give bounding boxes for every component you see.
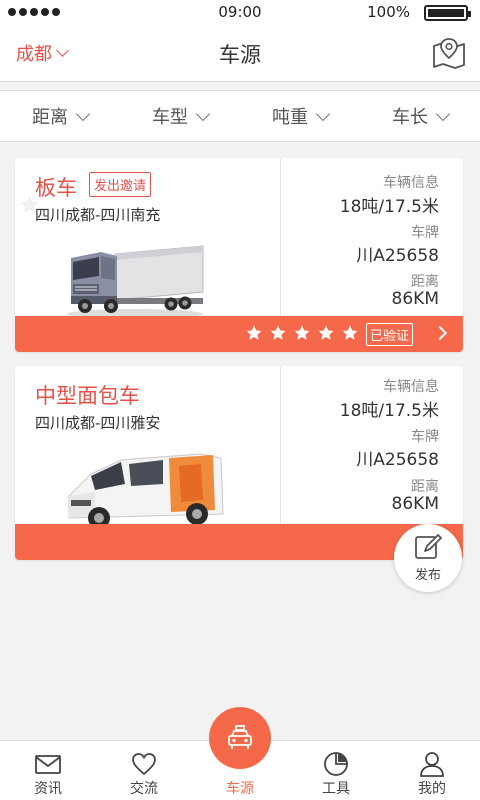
star-icon: [318, 325, 334, 340]
plate-value: 川A25658: [356, 246, 439, 266]
tab-profile[interactable]: 我的: [384, 741, 480, 800]
filter-label: 吨重: [272, 107, 308, 128]
vehicle-info-label: 车辆信息: [383, 379, 439, 395]
distance-label: 距离: [411, 274, 439, 290]
star-icon: [294, 325, 310, 340]
battery-percent: 100%: [367, 3, 410, 21]
pie-chart-icon: [324, 752, 348, 776]
map-pin-icon[interactable]: [430, 34, 468, 72]
tab-vehicle-source[interactable]: 车源: [192, 707, 288, 800]
card-main: 板车 发出邀请 四川成都-四川南充: [15, 158, 280, 319]
tab-news[interactable]: 资讯: [0, 741, 96, 800]
tab-tools[interactable]: 工具: [288, 741, 384, 800]
taxi-icon: [228, 725, 252, 749]
tab-label: 我的: [418, 781, 446, 797]
distance-value: 86KM: [391, 289, 439, 309]
vehicle-info-value: 18吨/17.5米: [339, 401, 439, 421]
pencil-icon: [415, 534, 442, 559]
distance-value: 86KM: [391, 494, 439, 514]
nav-bar: 成都 车源: [0, 24, 480, 82]
chevron-right-icon[interactable]: [432, 325, 448, 341]
filter-distance[interactable]: 距离: [0, 91, 120, 141]
van-image: [64, 453, 228, 535]
invite-button[interactable]: 发出邀请: [89, 172, 152, 197]
star-icon: [246, 325, 262, 340]
chevron-down-icon: [315, 106, 331, 121]
publish-label: 发布: [414, 568, 441, 583]
rating-stars: [245, 324, 359, 342]
filter-bar: 距离 车型 吨重 车长: [0, 90, 480, 142]
tab-community[interactable]: 交流: [96, 741, 192, 800]
status-bar: 09:00 100%: [0, 0, 480, 24]
plate-label: 车牌: [411, 429, 439, 445]
active-tab-circle: [209, 707, 271, 769]
star-icon: [342, 325, 358, 340]
filter-tonnage[interactable]: 吨重: [240, 91, 360, 141]
star-icon: [270, 325, 286, 340]
tab-label: 交流: [130, 781, 158, 797]
plate-value: 川A25658: [356, 450, 439, 470]
route: 四川成都-四川雅安: [35, 414, 161, 432]
tab-bar: 资讯 交流 车源 工具 我的: [0, 707, 480, 800]
filter-label: 车型: [152, 107, 188, 128]
card-main: 中型面包车 四川成都-四川雅安: [15, 366, 280, 535]
card-details: 车辆信息 18吨/17.5米 车牌 川A25658 距离 86KM: [281, 158, 463, 316]
filter-label: 车长: [392, 107, 428, 128]
chevron-down-icon: [195, 106, 211, 121]
chevron-down-icon: [75, 106, 91, 121]
verified-badge: 已验证: [365, 323, 413, 346]
tab-label: 车源: [226, 781, 254, 797]
vehicle-card[interactable]: 板车 发出邀请 四川成都-四川南充 车辆信息 18吨/17.5米 车牌 川A25…: [15, 158, 463, 352]
user-icon: [420, 752, 444, 777]
card-details: 车辆信息 18吨/17.5米 车牌 川A25658 距离 86KM: [281, 366, 463, 524]
plate-label: 车牌: [411, 225, 439, 241]
truck-image: [67, 245, 204, 319]
battery-icon: [424, 5, 471, 21]
vehicle-card[interactable]: 中型面包车 四川成都-四川雅安 车辆信息 18吨/17.5米 车牌 川A2565…: [15, 366, 463, 560]
route: 四川成都-四川南充: [35, 206, 161, 224]
vehicle-type: 中型面包车: [35, 384, 140, 408]
filter-label: 距离: [32, 107, 68, 128]
vehicle-type: 板车: [35, 176, 77, 200]
tab-label: 资讯: [34, 781, 62, 797]
card-footer[interactable]: 已验证: [15, 316, 463, 352]
filter-vehicle-type[interactable]: 车型: [120, 91, 240, 141]
vehicle-info-value: 18吨/17.5米: [339, 197, 439, 217]
tab-label: 工具: [322, 781, 350, 797]
distance-label: 距离: [411, 479, 439, 495]
vehicle-info-label: 车辆信息: [383, 175, 439, 191]
heart-icon: [132, 753, 156, 776]
page-title: 车源: [219, 43, 261, 67]
envelope-icon: [35, 755, 61, 774]
chevron-down-icon: [435, 106, 451, 121]
publish-button[interactable]: 发布: [394, 524, 462, 592]
filter-length[interactable]: 车长: [360, 91, 480, 141]
